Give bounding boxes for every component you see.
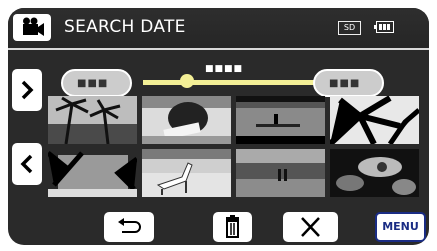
mode-button[interactable] bbox=[13, 14, 51, 41]
title-bar: SEARCH DATE SD bbox=[8, 8, 429, 50]
battery-icon bbox=[374, 21, 394, 33]
thumbnail-beach-with-palms[interactable] bbox=[48, 149, 137, 197]
thumbnail-beach-chairs[interactable] bbox=[142, 149, 231, 197]
thumbnail-palm-trees-beach[interactable] bbox=[48, 96, 137, 144]
back-button[interactable] bbox=[104, 212, 154, 242]
camera-screen: SEARCH DATE SD ■■■ ■■■■ ■■■ MENU bbox=[8, 8, 429, 245]
close-icon bbox=[301, 217, 320, 237]
delete-button[interactable] bbox=[213, 212, 252, 242]
sd-card-indicator: SD bbox=[338, 21, 361, 35]
close-button[interactable] bbox=[283, 212, 338, 242]
start-date-button[interactable]: ■■■ bbox=[61, 69, 132, 97]
return-arrow-icon bbox=[118, 218, 141, 233]
chevron-right-icon bbox=[21, 80, 34, 100]
start-date-label: ■■■ bbox=[77, 78, 109, 89]
end-date-button[interactable]: ■■■ bbox=[313, 69, 384, 97]
thumbnail-palm-leaves[interactable] bbox=[330, 96, 419, 144]
date-slider-knob[interactable] bbox=[180, 74, 194, 88]
date-slider-track[interactable] bbox=[143, 80, 318, 85]
next-page-button[interactable] bbox=[12, 69, 42, 111]
chevron-left-icon bbox=[20, 154, 33, 174]
end-date-label: ■■■ bbox=[329, 78, 361, 89]
screen-title: SEARCH DATE bbox=[64, 17, 186, 37]
menu-button[interactable]: MENU bbox=[375, 212, 426, 242]
trash-icon bbox=[226, 215, 239, 238]
thumbnail-couple-on-shore[interactable] bbox=[236, 149, 325, 197]
prev-page-button[interactable] bbox=[12, 143, 42, 185]
thumbnail-flower-leaves[interactable] bbox=[330, 149, 419, 197]
thumbnail-lake-silhouette[interactable] bbox=[236, 96, 325, 144]
selected-date-label: ■■■■ bbox=[205, 64, 244, 74]
thumbnail-person-reading[interactable] bbox=[142, 96, 231, 144]
video-camera-icon bbox=[23, 17, 44, 36]
